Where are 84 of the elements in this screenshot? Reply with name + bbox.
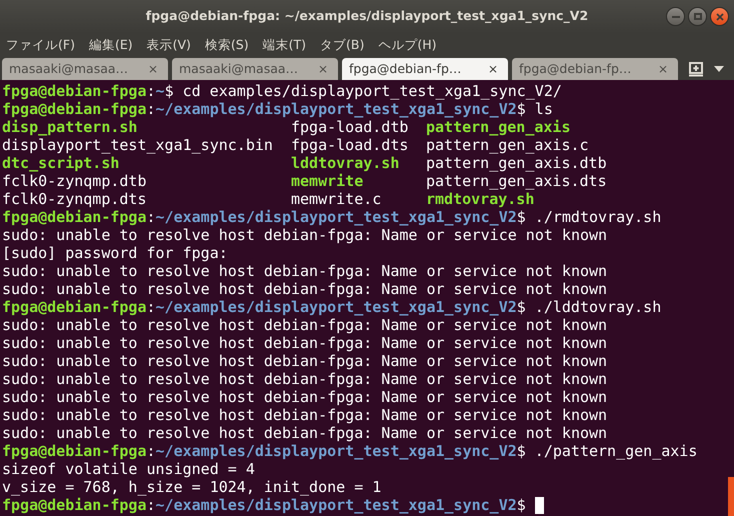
file-name: pattern_gen_axis.dtb [426,154,607,172]
tab-close[interactable]: × [148,60,158,78]
prompt-separator: : [146,496,156,514]
tab-label: masaaki@masaa… [9,60,128,78]
file-name: memwrite.c [291,190,382,208]
prompt-symbol: $ [516,298,526,316]
menu-item[interactable]: ヘルプ(H) [378,36,437,55]
output-text: sizeof volatile unsigned = 4 [2,460,255,478]
prompt-path: ~/examples/displayport_test_xga1_sync_V2 [156,496,517,514]
file-name: pattern_gen_axis.c [426,136,589,154]
output-text: sudo: unable to resolve host debian-fpga: Name or service not known [2,406,608,424]
window-title: fpga@debian-fpga: ~/examples/displayport_test_xga1_sync_V2 [146,7,588,26]
file-name: rmdtovray.sh [426,190,534,208]
scrollbar-thumb[interactable] [728,477,734,516]
prompt-symbol: $ [516,442,526,460]
prompt-path: ~/examples/displayport_test_xga1_sync_V2 [156,298,517,316]
output-text: sudo: unable to resolve host debian-fpga: Name or service not known [2,280,608,298]
command-text: ./pattern_gen_axis [534,442,698,460]
tab-close[interactable]: × [488,60,498,78]
prompt-separator: : [146,100,156,118]
prompt-separator: : [146,298,156,316]
prompt-user: fpga@debian-fpga [2,82,146,100]
prompt-path: ~/examples/displayport_test_xga1_sync_V2 [156,100,517,118]
file-name: dtc_script.sh [2,154,120,172]
prompt-symbol: $ [164,82,174,100]
tab-close[interactable]: × [658,60,668,78]
command-text: ./lddtovray.sh [534,298,662,316]
file-name: memwrite [291,172,364,190]
file-name: pattern_gen_axis [426,118,570,136]
file-name: fclk0-zynqmp.dtb [2,172,146,190]
prompt-path: ~/examples/displayport_test_xga1_sync_V2 [156,442,517,460]
menu-item[interactable]: ファイル(F) [6,36,75,55]
prompt-separator: : [146,208,156,226]
file-name: disp_pattern.sh [2,118,138,136]
maximize-button[interactable] [688,7,707,26]
close-icon [716,12,724,20]
output-text: [sudo] password for fpga: [2,244,228,262]
output-text: sudo: unable to resolve host debian-fpga: Name or service not known [2,226,608,244]
command-text: ./rmdtovray.sh [534,208,662,226]
prompt-user: fpga@debian-fpga [2,208,146,226]
prompt-separator: : [146,442,156,460]
tab[interactable]: masaaki@masaa… × [172,58,338,80]
output-text: sudo: unable to resolve host debian-fpga: Name or service not known [2,262,608,280]
menu-item[interactable]: 表示(V) [146,36,191,55]
file-name: displayport_test_xga1_sync.bin [2,136,273,154]
prompt-symbol: $ [516,496,526,514]
output-text: sudo: unable to resolve host debian-fpga: Name or service not known [2,352,608,370]
tab-label: fpga@debian-fp… [349,60,462,78]
tab[interactable]: fpga@debian-fp… × [342,58,508,80]
file-name: pattern_gen_axis.dts [426,172,607,190]
prompt-user: fpga@debian-fpga [2,298,146,316]
prompt-user: fpga@debian-fpga [2,100,146,118]
prompt-symbol: $ [516,208,526,226]
output-text: sudo: unable to resolve host debian-fpga: Name or service not known [2,388,608,406]
output-text: sudo: unable to resolve host debian-fpga: Name or service not known [2,370,608,388]
file-name: fpga-load.dtb [291,118,408,136]
menu-item[interactable]: タブ(B) [320,36,364,55]
command-text: cd examples/displayport_test_xga1_sync_V2/ [182,82,562,100]
menu-item[interactable]: 編集(E) [88,36,133,55]
tab-close[interactable]: × [318,60,328,78]
output-text: v_size = 768, h_size = 1024, init_done = 1 [2,478,382,496]
tab-label: masaaki@masaa… [179,60,298,78]
new-tab-icon[interactable] [688,61,704,77]
file-name: fpga-load.dts [291,136,408,154]
prompt-path: ~/examples/displayport_test_xga1_sync_V2 [156,208,517,226]
caret-icon[interactable] [714,66,724,72]
menu-item[interactable]: 検索(S) [204,36,249,55]
output-text: sudo: unable to resolve host debian-fpga: Name or service not known [2,316,608,334]
output-text: sudo: unable to resolve host debian-fpga: Name or service not known [2,334,608,352]
output-text: sudo: unable to resolve host debian-fpga: Name or service not known [2,424,608,442]
minimize-button[interactable] [666,7,685,26]
prompt-user: fpga@debian-fpga [2,496,146,514]
file-name: fclk0-zynqmp.dts [2,190,146,208]
tab-label: fpga@debian-fp… [519,60,632,78]
prompt-separator: : [146,82,156,100]
close-button[interactable] [710,7,729,26]
prompt-symbol: $ [516,100,526,118]
tab[interactable]: masaaki@masaa… × [2,58,168,80]
command-text: ls [534,100,553,118]
menu-item[interactable]: 端末(T) [262,36,306,55]
prompt-path: ~ [156,82,165,100]
prompt-user: fpga@debian-fpga [2,442,146,460]
file-name: lddtovray.sh [291,154,400,172]
tab[interactable]: fpga@debian-fp… × [512,58,678,80]
